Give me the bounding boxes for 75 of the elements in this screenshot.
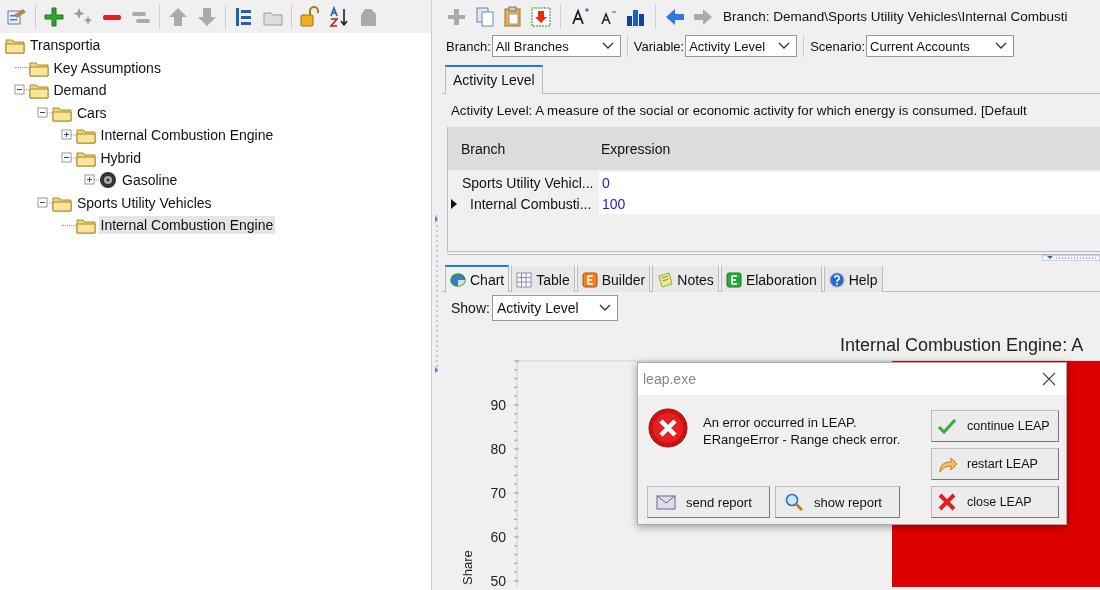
- tree-item[interactable]: Internal Combustion Engine: [98, 126, 276, 145]
- up-arrow-icon[interactable]: [167, 5, 189, 28]
- chevron-down-icon: [995, 42, 1008, 50]
- import-icon[interactable]: [530, 5, 552, 28]
- folder-icon: [75, 126, 96, 145]
- table-cell[interactable]: 100: [599, 193, 1100, 214]
- tire-icon: [99, 171, 117, 190]
- cross-icon: [937, 492, 957, 512]
- tree-item[interactable]: Gasoline: [120, 171, 180, 190]
- folder-icon: [75, 216, 96, 235]
- sort-icon[interactable]: [328, 5, 350, 28]
- y-axis-label: Share: [460, 550, 475, 585]
- chevron-down-icon: [598, 303, 611, 312]
- table-cell[interactable]: 0: [599, 172, 1100, 193]
- chevron-down-icon: [778, 42, 791, 50]
- table-icon: [516, 271, 533, 288]
- chart-icon: [450, 271, 466, 288]
- clipboard-icon[interactable]: [502, 5, 524, 28]
- field-label: Scenario:: [810, 38, 866, 54]
- folder-icon: [28, 81, 49, 100]
- y-tick-label: 60: [490, 529, 506, 545]
- tree-item[interactable]: Transportia: [28, 36, 103, 55]
- dialog-button[interactable]: continue LEAP: [931, 410, 1059, 442]
- y-tick-label: 50: [490, 573, 506, 587]
- close-icon[interactable]: [1042, 372, 1056, 386]
- tree-item[interactable]: Internal Combustion Engine: [98, 216, 276, 235]
- breadcrumb: Branch: Demand\Sports Utility Vehicles\Internal Combusti: [723, 9, 1068, 24]
- help-icon: [828, 271, 845, 288]
- elaboration-icon: [725, 271, 742, 288]
- padlock-icon[interactable]: [299, 5, 321, 28]
- tab[interactable]: Help: [823, 265, 883, 292]
- check-icon: [937, 416, 957, 436]
- dialog-button[interactable]: close LEAP: [931, 486, 1059, 518]
- tab[interactable]: Notes: [652, 265, 719, 292]
- column-header: Expression: [601, 140, 671, 157]
- splitter-handle[interactable]: [434, 215, 440, 375]
- tab[interactable]: Builder: [576, 265, 651, 292]
- field-label: Branch:: [446, 38, 491, 54]
- copy-icon[interactable]: [474, 5, 496, 28]
- down-arrow-icon[interactable]: [196, 5, 218, 28]
- y-tick-label: 90: [490, 397, 506, 413]
- dropdown[interactable]: Current Accounts: [866, 35, 1015, 57]
- tree-item[interactable]: Sports Utility Vehicles: [75, 193, 214, 212]
- y-tick-label: 80: [490, 441, 506, 457]
- dropdown[interactable]: Activity Level: [491, 294, 618, 321]
- builder-icon: [581, 271, 598, 288]
- report-button[interactable]: send report: [647, 486, 771, 518]
- dialog-button[interactable]: restart LEAP: [931, 448, 1059, 480]
- search-icon: [784, 492, 805, 512]
- tree-item[interactable]: Hybrid: [98, 148, 143, 167]
- error-message: An error occurred in LEAP. ERangeError - Range check error.: [703, 414, 901, 449]
- field-label: Show:: [451, 299, 490, 316]
- error-icon: [647, 407, 689, 449]
- tab[interactable]: Chart: [445, 265, 510, 292]
- plus-icon[interactable]: [43, 5, 65, 28]
- tab[interactable]: Table: [511, 265, 575, 292]
- dialog-title: leap.exe: [643, 371, 696, 387]
- tab[interactable]: Elaboration: [720, 265, 822, 292]
- folder-icon: [5, 36, 25, 55]
- report-button[interactable]: show report: [775, 486, 901, 518]
- tree-item[interactable]: Key Assumptions: [51, 58, 163, 77]
- notes-icon: [657, 271, 674, 288]
- tree-item[interactable]: Demand: [51, 81, 109, 100]
- dropdown[interactable]: All Branches: [491, 35, 621, 57]
- dropdown[interactable]: Activity Level: [685, 35, 798, 57]
- column-header: Branch: [460, 140, 507, 157]
- pane-splitter-handle[interactable]: [1042, 255, 1100, 261]
- envelope-icon: [656, 492, 676, 512]
- chevron-down-icon: [601, 42, 614, 50]
- y-tick-label: 70: [490, 485, 506, 501]
- tree-item[interactable]: Cars: [75, 103, 109, 122]
- field-label: Variable:: [633, 38, 685, 54]
- tab[interactable]: Activity Level: [445, 65, 543, 94]
- chart-title: Internal Combustion Engine: A: [840, 335, 1084, 355]
- variable-description: Activity Level: A measure of the social or economic activity for which energy is consumed. [Default: [450, 102, 1028, 120]
